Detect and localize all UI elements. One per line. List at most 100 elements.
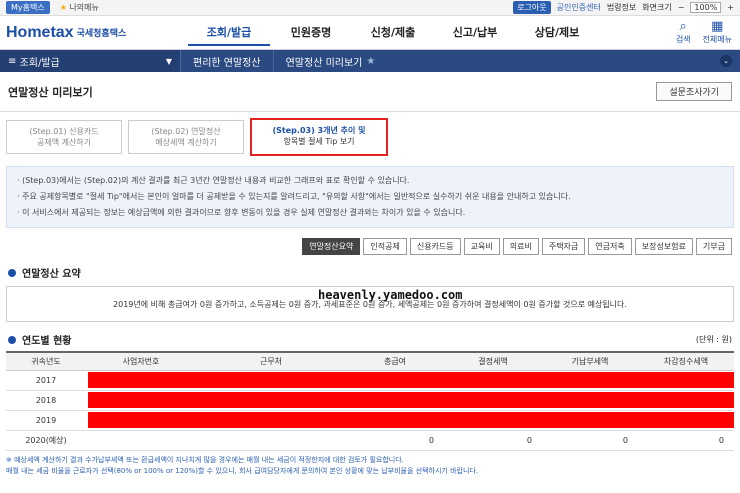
redaction-bar <box>88 392 734 408</box>
category-tabs: 연말정산요약 인적공제 신용카드등 교육비 의료비 주택자금 연금저축 보장성보… <box>0 228 740 255</box>
tab-personal-deduction[interactable]: 인적공제 <box>363 238 407 255</box>
redaction-bar <box>88 372 734 388</box>
year-cell: 2018 <box>6 390 86 411</box>
tab-education[interactable]: 교육비 <box>463 238 500 255</box>
cert-center-link[interactable]: 공인인증센터 <box>557 2 601 13</box>
global-nav: 조회/발급 민원증명 신청/제출 신고/납부 상담/제보 <box>188 20 598 46</box>
summary-title: 연말정산 요약 <box>22 269 81 280</box>
redacted-cell <box>86 390 734 411</box>
prepaid-cell: 0 <box>542 430 638 451</box>
year-cell: 2020(예상) <box>6 430 86 451</box>
col-year: 귀속년도 <box>6 351 86 371</box>
decided-cell: 0 <box>444 430 542 451</box>
favorite-star-icon[interactable]: ★ <box>366 56 375 67</box>
law-info-link[interactable]: 법령정보 <box>607 2 636 13</box>
step-03-line1: (Step.03) 3개년 추이 및 <box>272 126 366 135</box>
section-bullet-icon <box>8 335 16 344</box>
all-menu-label: 전체메뉴 <box>702 35 732 44</box>
unit-label: (단위 : 원) <box>695 335 732 344</box>
col-diff: 차감징수세액 <box>638 351 734 371</box>
footnote: ※ 예상세액 계산하기 결과 수가납부세액 또는 환급세액이 지나치게 많을 경… <box>0 451 740 477</box>
tab-housing[interactable]: 주택자금 <box>541 238 586 255</box>
diff-cell: 0 <box>638 430 734 451</box>
table-header-row: 귀속년도 사업자번호 근무처 총급여 결정세액 기납부세액 차감징수세액 <box>6 351 734 371</box>
step-tabs: (Step.01) 신용카드공제액 계산하기 (Step.02) 연말정산예상세… <box>0 112 740 160</box>
my-menu-label: 나의메뉴 <box>69 3 99 12</box>
redacted-cell <box>86 410 734 431</box>
yearly-section-head: 연도별 현황 (단위 : 원) <box>0 322 740 347</box>
tab-donation[interactable]: 기부금 <box>695 238 732 255</box>
col-bizno: 사업자번호 <box>86 351 196 371</box>
col-prepaid: 기납부세액 <box>542 351 638 371</box>
step-01-line2: 공제액 계산하기 <box>36 138 92 147</box>
table-row: 2018 <box>6 390 734 411</box>
hometax-logo[interactable]: Hometax 국세청홈택스 <box>6 24 166 42</box>
total-cell: 0 <box>346 430 444 451</box>
summary-section-head: 연말정산 요약 <box>0 255 740 280</box>
menu-dropdown[interactable]: ≡ 조회/발급 ▼ <box>0 50 180 72</box>
step-01-tab[interactable]: (Step.01) 신용카드공제액 계산하기 <box>6 120 122 154</box>
tab-summary[interactable]: 연말정산요약 <box>302 238 361 255</box>
menu-label: 조회/발급 <box>19 57 60 69</box>
hamburger-icon: ≡ <box>8 55 20 67</box>
crumb-preview[interactable]: 연말정산 미리보기 ★ <box>272 50 388 72</box>
col-decided: 결정세액 <box>444 351 542 371</box>
tab-credit-card[interactable]: 신용카드등 <box>409 238 461 255</box>
gnb-application[interactable]: 신청/제출 <box>352 20 434 46</box>
col-total: 총급여 <box>346 351 444 371</box>
all-menu-button[interactable]: ▦ 전체메뉴 <box>703 20 732 45</box>
table-row: 2017 <box>6 370 734 391</box>
bizno-cell <box>86 430 196 451</box>
star-icon: ★ <box>59 3 67 12</box>
logo-subtext: 국세청홈택스 <box>76 29 127 39</box>
gnb-consult[interactable]: 상담/제보 <box>516 20 598 46</box>
info-line: · 이 서비스에서 제공되는 정보는 예상금액에 의한 결과이므로 향후 변동이… <box>17 208 466 217</box>
page-header: 연말정산 미리보기 설문조사가기 <box>0 72 740 112</box>
tab-insurance[interactable]: 보장성보험료 <box>634 238 693 255</box>
info-line: · 주요 공제항목별로 "절세 Tip"에서는 본인이 얼마를 더 공제받을 수… <box>17 192 571 201</box>
crumb-easy-settlement[interactable]: 편리한 연말정산 <box>180 50 273 72</box>
logout-button[interactable]: 로그아웃 <box>513 1 551 14</box>
search-icon: ⌕ <box>679 19 687 34</box>
gnb-filing[interactable]: 신고/납부 <box>434 20 516 46</box>
breadcrumb: ≡ 조회/발급 ▼ 편리한 연말정산 연말정산 미리보기 ★ ⌄ <box>0 50 740 72</box>
zoom-label: 화면크기 <box>642 3 672 12</box>
search-button[interactable]: ⌕ 검색 <box>676 20 691 45</box>
zoom-in-icon[interactable]: + <box>727 3 734 12</box>
search-label: 검색 <box>675 35 691 44</box>
zoom-value: 100% <box>690 2 722 13</box>
my-menu-link[interactable]: ★ 나의메뉴 <box>60 2 99 13</box>
info-box: · (Step.03)에서는 (Step.02)의 계산 결과를 최근 3년간 … <box>6 166 734 228</box>
grid-icon: ▦ <box>711 19 724 34</box>
section-bullet-icon <box>8 268 16 277</box>
watermark: heavenly.yamedoo.com <box>318 288 463 302</box>
gnb-certificate[interactable]: 민원증명 <box>270 20 352 46</box>
step-02-line1: (Step.02) 연말정산 <box>151 127 221 136</box>
step-03-tab[interactable]: (Step.03) 3개년 추이 및항목별 절세 Tip 보기 <box>250 118 388 156</box>
step-01-line1: (Step.01) 신용카드 <box>29 127 99 136</box>
year-cell: 2019 <box>6 410 86 431</box>
gnb-inquiry[interactable]: 조회/발급 <box>188 20 270 46</box>
yearly-table: 귀속년도 사업자번호 근무처 총급여 결정세액 기납부세액 차감징수세액 201… <box>6 351 734 451</box>
footnote-line: 매월 내는 세금 비율을 근로자가 선택(80% or 100% or 120%… <box>6 466 479 475</box>
my-hometax-button[interactable]: My홈택스 <box>6 1 50 14</box>
yearly-title: 연도별 현황 <box>22 336 72 347</box>
zoom-out-icon[interactable]: − <box>678 3 685 12</box>
step-02-line2: 예상세액 계산하기 <box>155 138 217 147</box>
step-03-line2: 항목별 절세 Tip 보기 <box>283 137 355 146</box>
expand-icon[interactable]: ⌄ <box>720 55 732 67</box>
info-line: · (Step.03)에서는 (Step.02)의 계산 결과를 최근 3년간 … <box>17 176 410 185</box>
col-workplace: 근무처 <box>196 351 346 371</box>
top-utility-bar: My홈택스 ★ 나의메뉴 로그아웃 공인인증센터 법령정보 화면크기 − 100… <box>0 0 740 16</box>
tab-pension[interactable]: 연금저축 <box>588 238 632 255</box>
tab-medical[interactable]: 의료비 <box>502 238 539 255</box>
step-02-tab[interactable]: (Step.02) 연말정산예상세액 계산하기 <box>128 120 244 154</box>
table-row: 2020(예상) 0 0 0 0 <box>6 430 734 451</box>
page-title: 연말정산 미리보기 <box>8 85 93 99</box>
year-cell: 2017 <box>6 370 86 391</box>
logo-text: Hometax <box>6 23 74 41</box>
survey-button[interactable]: 설문조사가기 <box>656 82 732 101</box>
workplace-cell <box>196 430 346 451</box>
redaction-bar <box>88 412 734 428</box>
caret-down-icon: ▼ <box>165 56 172 66</box>
